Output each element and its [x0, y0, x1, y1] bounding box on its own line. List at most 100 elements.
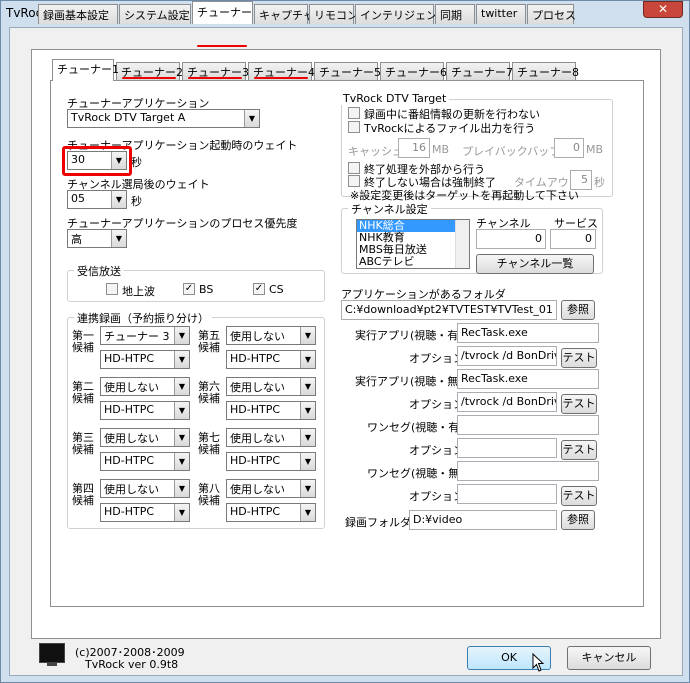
oneseg-2-input[interactable]: [457, 461, 599, 481]
candidate-5-tuner-select[interactable]: 使用しない ▼: [226, 326, 316, 345]
test-4-button[interactable]: テスト: [561, 486, 597, 506]
candidate-label: 第八 候補: [198, 482, 220, 507]
exec-app-1-label: 実行アプリ(視聴・有): [355, 329, 463, 342]
cache-label: キャッシュ: [348, 145, 403, 158]
candidate-1-tuner-select[interactable]: チューナー 3 ▼: [100, 326, 190, 345]
candidate-3-device-select[interactable]: HD-HTPC ▼: [100, 452, 190, 471]
candidate-7-tuner-select[interactable]: 使用しない ▼: [226, 428, 316, 447]
list-item[interactable]: ABCテレビ: [357, 256, 469, 268]
option-3-input[interactable]: [457, 438, 557, 458]
oneseg-2-label: ワンセグ(視聴・無): [367, 467, 464, 480]
option-1-input[interactable]: /tvrock /d BonDriv: [457, 346, 557, 366]
linked-recording-group: 連携録画（予約振り分け） 第一 候補 チューナー 3 ▼ HD-HTPC ▼ 第二 候補…: [67, 310, 325, 529]
terrestrial-checkbox[interactable]: [106, 283, 118, 295]
tab-tuner[interactable]: チューナー: [192, 1, 253, 24]
subtab-tuner-7[interactable]: チューナー7: [446, 62, 513, 80]
chevron-down-icon: ▼: [174, 351, 189, 368]
channel-wait-value: 05: [71, 192, 85, 205]
candidate-4-tuner-select[interactable]: 使用しない ▼: [100, 479, 190, 498]
cs-checkbox[interactable]: ✓: [253, 283, 265, 295]
exec-app-2-input[interactable]: RecTask.exe: [457, 369, 599, 389]
option-3-label: オプション: [409, 444, 464, 457]
chevron-down-icon: ▼: [174, 504, 189, 521]
oneseg-1-input[interactable]: [457, 415, 599, 435]
candidate-label: 第五 候補: [198, 329, 220, 354]
subtab-tuner-8[interactable]: チューナー8: [512, 62, 579, 80]
rec-folder-input[interactable]: D:¥video: [409, 510, 557, 530]
channel-input[interactable]: 0: [476, 229, 546, 249]
bs-checkbox[interactable]: ✓: [183, 283, 195, 295]
tab-sync[interactable]: 同期: [435, 4, 475, 24]
candidate-5-device-select[interactable]: HD-HTPC ▼: [226, 350, 316, 369]
service-input[interactable]: 0: [550, 229, 596, 249]
channel-settings-title: チャンネル設定: [348, 201, 431, 217]
red-underline: [254, 77, 308, 79]
tab-process[interactable]: プロセス: [527, 4, 576, 24]
cache-input[interactable]: 16: [398, 138, 430, 158]
no-epg-update-checkbox[interactable]: [348, 107, 360, 119]
chevron-down-icon: ▼: [174, 327, 189, 344]
exec-app-1-input[interactable]: RecTask.exe: [457, 323, 599, 343]
chevron-down-icon: ▼: [300, 351, 315, 368]
tab-remote[interactable]: リモコン: [309, 4, 358, 24]
chevron-down-icon: ▼: [300, 327, 315, 344]
chevron-down-icon: ▼: [300, 480, 315, 497]
channel-listbox[interactable]: NHK総合 NHK教育 MBS毎日放送 ABCテレビ: [356, 219, 470, 269]
tab-twitter[interactable]: twitter: [476, 4, 526, 24]
cancel-button[interactable]: キャンセル: [567, 646, 651, 670]
subtab-tuner-1[interactable]: チューナー1: [52, 59, 119, 81]
candidate-6-tuner-select[interactable]: 使用しない ▼: [226, 377, 316, 396]
channel-wait-select[interactable]: 05 ▼: [67, 190, 127, 209]
subtab-tuner-6[interactable]: チューナー6: [380, 62, 447, 80]
test-3-button[interactable]: テスト: [561, 440, 597, 460]
tuner-panel: チューナー1 チューナー2 チューナー3 チューナー4 チューナー5 チューナー…: [31, 49, 661, 639]
mouse-cursor-icon: [532, 653, 545, 672]
file-output-checkbox[interactable]: [348, 121, 360, 133]
channel-list-button[interactable]: チャンネル一覧: [476, 254, 594, 274]
candidate-4-device-select[interactable]: HD-HTPC ▼: [100, 503, 190, 522]
tab-capture[interactable]: キャプチャ: [254, 4, 314, 24]
tuner-1-panel: チューナーアプリケーション TvRock DTV Target A ▼ チューナー…: [50, 80, 644, 607]
candidate-8-tuner-select[interactable]: 使用しない ▼: [226, 479, 316, 498]
chevron-down-icon: ▼: [300, 378, 315, 395]
test-1-button[interactable]: テスト: [561, 348, 597, 368]
tab-intelligent[interactable]: インテリジェント: [355, 4, 448, 24]
force-exit-checkbox[interactable]: [348, 175, 360, 187]
option-2-label: オプション: [409, 398, 464, 411]
wait-unit: 秒: [131, 156, 142, 169]
browse-app-folder-button[interactable]: 参照: [561, 300, 595, 320]
candidate-3-tuner-select[interactable]: 使用しない ▼: [100, 428, 190, 447]
scrollbar[interactable]: [455, 220, 469, 268]
playback-input[interactable]: 0: [554, 138, 584, 158]
close-icon[interactable]: ✕: [643, 1, 683, 18]
priority-select[interactable]: 高 ▼: [67, 229, 127, 248]
candidate-2-device-select[interactable]: HD-HTPC ▼: [100, 401, 190, 420]
browse-rec-folder-button[interactable]: 参照: [561, 510, 595, 530]
app-select[interactable]: TvRock DTV Target A ▼: [67, 109, 260, 128]
candidate-8-device-select[interactable]: HD-HTPC ▼: [226, 503, 316, 522]
option-2-input[interactable]: /tvrock /d BonDriv: [457, 392, 557, 412]
external-exit-checkbox[interactable]: [348, 162, 360, 174]
rec-folder-label: 録画フォルダ: [345, 516, 411, 529]
candidate-1-device-select[interactable]: HD-HTPC ▼: [100, 350, 190, 369]
red-underline: [188, 77, 242, 79]
red-underline: [122, 77, 176, 79]
candidate-2-tuner-select[interactable]: 使用しない ▼: [100, 377, 190, 396]
test-2-button[interactable]: テスト: [561, 394, 597, 414]
file-output-label: TvRockによるファイル出力を行う: [364, 122, 536, 135]
candidate-label: 第三 候補: [72, 431, 94, 456]
priority-value: 高: [71, 233, 82, 246]
tab-system[interactable]: システム設定: [119, 4, 191, 24]
chevron-down-icon: ▼: [300, 453, 315, 470]
tab-recording-basic[interactable]: 録画基本設定: [38, 4, 118, 24]
reception-group: 受信放送 地上波 ✓ BS ✓ CS: [67, 263, 325, 302]
app-folder-input[interactable]: C:¥download¥pt2¥TVTEST¥TVTest_01: [341, 300, 557, 320]
channel-wait-unit: 秒: [131, 195, 142, 208]
terrestrial-label: 地上波: [122, 285, 155, 298]
chevron-down-icon: ▼: [244, 110, 259, 127]
option-4-input[interactable]: [457, 484, 557, 504]
candidate-7-device-select[interactable]: HD-HTPC ▼: [226, 452, 316, 471]
candidate-6-device-select[interactable]: HD-HTPC ▼: [226, 401, 316, 420]
subtab-tuner-5[interactable]: チューナー5: [314, 62, 381, 80]
chevron-down-icon: ▼: [174, 453, 189, 470]
